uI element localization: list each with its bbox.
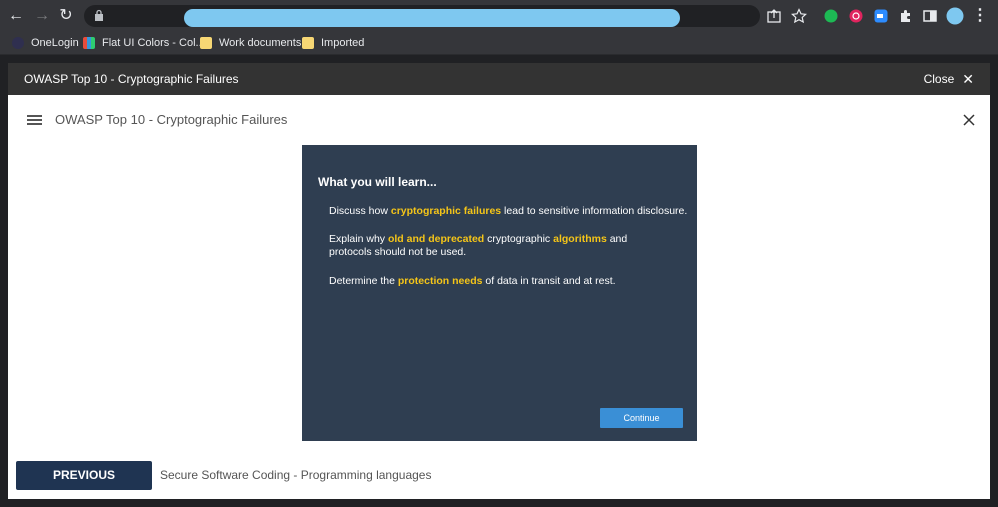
extension-pink-icon[interactable] [848, 8, 864, 24]
objective-highlight: protection needs [397, 275, 483, 287]
bookmark-label: OneLogin [31, 37, 79, 49]
bookmark-star-icon[interactable] [791, 8, 807, 24]
extensions-puzzle-icon[interactable] [898, 8, 914, 24]
bookmarks-bar: OneLogin Flat UI Colors - Col... Work do… [0, 32, 998, 55]
bookmark-label: Imported [321, 37, 365, 49]
objective-highlight: algorithms [553, 233, 607, 245]
side-panel-icon[interactable] [922, 8, 938, 24]
url-redaction [184, 9, 680, 27]
exit-course-icon[interactable] [962, 113, 976, 127]
bookmark-onelogin[interactable]: OneLogin [12, 34, 79, 52]
objective-highlight: cryptographic failures [390, 205, 502, 217]
address-bar[interactable] [84, 5, 760, 27]
bookmark-flat-ui-colors[interactable]: Flat UI Colors - Col... [83, 34, 205, 52]
course-modal: OWASP Top 10 - Cryptographic Failures Cl… [8, 63, 990, 499]
profile-avatar-icon[interactable] [946, 7, 964, 25]
modal-header: OWASP Top 10 - Cryptographic Failures Cl… [8, 63, 990, 95]
adjacent-course-title[interactable]: Secure Software Coding - Programming lan… [160, 468, 431, 482]
close-icon: ✕ [962, 71, 974, 87]
back-icon[interactable]: ← [6, 6, 26, 26]
browser-menu-icon[interactable]: ⋮ [970, 6, 990, 26]
course-header: OWASP Top 10 - Cryptographic Failures [8, 95, 990, 145]
previous-button[interactable]: PREVIOUS [16, 461, 152, 490]
objective-1: Discuss how cryptographic failures lead … [329, 205, 689, 218]
continue-button[interactable]: Continue [600, 408, 683, 428]
objective-text: lead to sensitive information disclosure… [501, 205, 688, 217]
flat-ui-icon [83, 37, 95, 49]
reload-icon[interactable]: ↻ [56, 6, 76, 26]
course-title: OWASP Top 10 - Cryptographic Failures [55, 112, 288, 127]
extension-zoom-icon[interactable] [873, 8, 889, 24]
share-icon[interactable] [766, 8, 782, 24]
onelogin-icon [12, 37, 24, 49]
objective-text: cryptographic [484, 233, 554, 245]
browser-toolbar: ← → ↻ ⋮ [0, 0, 998, 32]
forward-icon[interactable]: → [32, 6, 52, 26]
objective-2: Explain why old and deprecated cryptogra… [329, 233, 629, 259]
folder-icon [302, 37, 314, 49]
bookmark-label: Flat UI Colors - Col... [102, 37, 205, 49]
bookmark-work-documents[interactable]: Work documents [200, 34, 301, 52]
objective-text: of data in transit and at rest. [482, 275, 616, 287]
objective-text: Discuss how [329, 205, 391, 217]
modal-title: OWASP Top 10 - Cryptographic Failures [24, 72, 239, 86]
bookmark-imported[interactable]: Imported [302, 34, 364, 52]
objective-text: Determine the [329, 275, 398, 287]
objective-text: Explain why [329, 233, 388, 245]
learning-objectives-card: What you will learn... Discuss how crypt… [302, 145, 697, 441]
objective-highlight: old and deprecated [387, 233, 485, 245]
objective-3: Determine the protection needs of data i… [329, 275, 689, 288]
bookmark-label: Work documents [219, 37, 302, 49]
extension-green-icon[interactable] [823, 8, 839, 24]
lock-icon [95, 9, 103, 21]
close-button[interactable]: Close ✕ [924, 72, 974, 86]
hamburger-menu-icon[interactable] [27, 115, 42, 125]
card-heading: What you will learn... [318, 175, 437, 189]
folder-icon [200, 37, 212, 49]
close-label: Close [923, 72, 955, 86]
